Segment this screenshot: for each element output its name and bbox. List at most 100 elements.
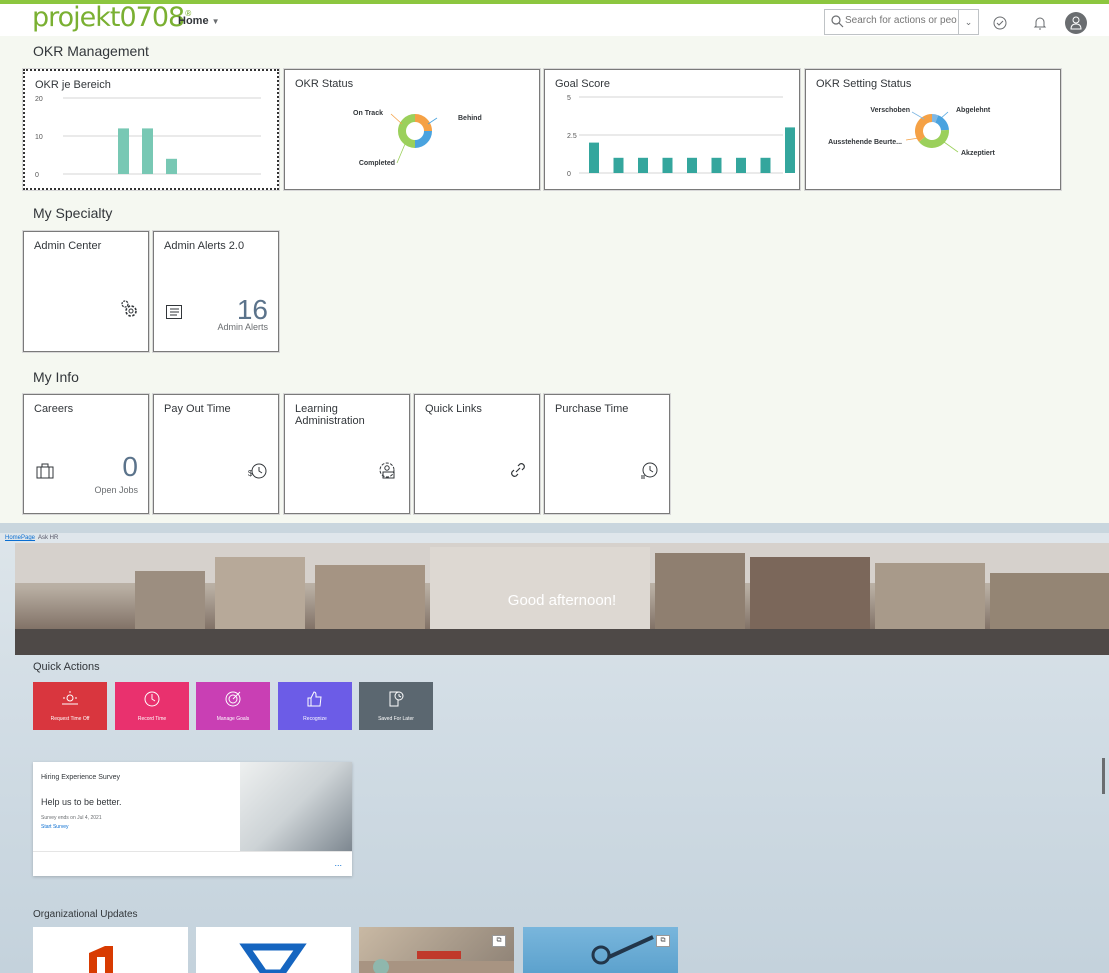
y-tick-label: 20: [35, 96, 43, 103]
gears-icon: [121, 300, 137, 317]
external-link-icon[interactable]: ⧉: [492, 935, 506, 947]
clock-icon: [144, 691, 160, 707]
okr-home-page: projekt0708® Home▼ ⌄ OKR Management OKR …: [0, 0, 1109, 523]
target-icon: [225, 691, 241, 707]
y-tick-label: 5: [567, 95, 571, 102]
y-tick-label: 0: [35, 172, 39, 179]
slice-label: Completed: [359, 160, 395, 167]
org-update-card-logo[interactable]: [196, 927, 351, 973]
bar: [589, 142, 599, 173]
greeting-text: Good afternoon!: [507, 592, 617, 609]
slice-label: Akzeptiert: [961, 150, 996, 157]
org-update-card-sandbox[interactable]: ⧉: [359, 927, 514, 973]
breadcrumb-homepage-link[interactable]: HomePage: [5, 535, 35, 541]
user-avatar[interactable]: [1065, 12, 1087, 34]
tile-title: Admin Alerts 2.0: [164, 240, 245, 252]
qa-record-time[interactable]: Record Time: [115, 682, 189, 730]
qa-recognize[interactable]: Recognize: [278, 682, 352, 730]
y-tick-label: 10: [35, 134, 43, 141]
search-icon: [831, 15, 844, 28]
search-field[interactable]: ⌄: [824, 9, 979, 35]
hero-banner: Good afternoon!: [15, 543, 1109, 655]
tile-okr-setting-status[interactable]: OKR Setting Status Verschoben Abgelehnt Ak…: [805, 69, 1061, 190]
home-menu[interactable]: Home ▼: [178, 15, 219, 27]
shell-bar: projekt0708® Home▼ ⌄: [0, 0, 1109, 36]
home-menu-label: Home: [178, 15, 209, 27]
slice-label: Behind: [458, 115, 482, 122]
more-options-icon[interactable]: ...: [334, 858, 342, 868]
qa-manage-goals[interactable]: Manage Goals: [196, 682, 270, 730]
leader-line: [943, 141, 959, 153]
approvals-check-icon[interactable]: [992, 15, 1008, 31]
okr-bereich-chart: 20 10 0: [35, 96, 261, 179]
tile-goal-score[interactable]: Goal Score 5 2.5 0: [544, 69, 800, 190]
bar: [687, 157, 697, 173]
tile-pay-out-time[interactable]: Pay Out Time $: [153, 394, 279, 514]
briefcase-icon: [36, 463, 54, 479]
tile-title: Admin Center: [34, 240, 102, 252]
v-shape-logo-icon: [239, 943, 307, 973]
bar: [711, 157, 722, 173]
tile-purchase-time[interactable]: Purchase Time: [544, 394, 670, 514]
tile-quick-links[interactable]: Quick Links: [414, 394, 540, 514]
sun-beach-icon: [62, 691, 78, 705]
careers-subtitle: Open Jobs: [94, 485, 138, 495]
qa-label: Record Time: [137, 716, 167, 722]
donut-slice: [414, 114, 432, 132]
admin-alerts-subtitle: Admin Alerts: [217, 322, 268, 332]
scrollbar-thumb[interactable]: [1102, 758, 1105, 794]
tile-admin-alerts[interactable]: Admin Alerts 2.0 16 Admin Alerts: [153, 231, 279, 352]
leader-line: [911, 111, 925, 120]
qa-saved-for-later[interactable]: Saved For Later: [359, 682, 433, 730]
list-icon: [166, 305, 182, 319]
start-survey-link[interactable]: Start Survey: [41, 824, 69, 830]
svg-text:$: $: [248, 469, 253, 478]
qa-request-time-off[interactable]: Request Time Off: [33, 682, 107, 730]
qa-label: Saved For Later: [378, 716, 414, 722]
sand-toys-image: [359, 951, 514, 973]
tile-title: Pay Out Time: [164, 403, 231, 415]
qa-label: Request Time Off: [50, 716, 90, 722]
qa-label: Manage Goals: [216, 716, 250, 722]
bar: [638, 157, 648, 173]
org-update-card-sky[interactable]: ⧉: [523, 927, 678, 973]
bar: [613, 157, 624, 173]
bicycle-image: [591, 935, 654, 965]
tile-learning-administration[interactable]: Learning Administration: [284, 394, 410, 514]
bar: [760, 157, 771, 173]
bar: [785, 127, 795, 173]
company-logo[interactable]: projekt0708®: [32, 2, 192, 33]
tile-careers[interactable]: Careers 0 Open Jobs: [23, 394, 149, 514]
user-icon: [1070, 16, 1082, 30]
donut-slice: [414, 130, 432, 148]
survey-card: Hiring Experience Survey Help us to be b…: [33, 762, 352, 876]
tile-okr-je-bereich[interactable]: OKR je Bereich 20 10 0: [23, 69, 279, 190]
tile-admin-center[interactable]: Admin Center: [23, 231, 149, 352]
careers-open-jobs-count: 0: [122, 451, 138, 482]
chevron-down-icon: ▼: [211, 17, 220, 26]
chevron-down-icon: ⌄: [964, 17, 973, 27]
saved-clock-icon: [389, 691, 404, 707]
bar: [166, 158, 177, 174]
org-update-card-office[interactable]: [33, 927, 188, 973]
qa-label: Recognize: [303, 716, 327, 722]
tile-title: Learning Administration: [295, 403, 365, 427]
section-my-specialty: My Specialty: [33, 205, 113, 221]
donut-slice: [934, 115, 949, 131]
okr-status-donut: On Track Behind Completed: [353, 110, 482, 167]
link-icon: [511, 463, 525, 477]
external-link-icon[interactable]: ⧉: [656, 935, 670, 947]
search-scope-dropdown[interactable]: ⌄: [958, 10, 978, 34]
donut-slice: [931, 114, 939, 123]
survey-laptop-image: [240, 762, 352, 851]
section-my-info: My Info: [33, 369, 79, 385]
breadcrumb-ask-hr-link[interactable]: Ask HR: [38, 535, 58, 541]
search-input[interactable]: [845, 15, 957, 26]
clock-list-icon: [641, 462, 658, 479]
slice-label: Abgelehnt: [956, 107, 991, 114]
survey-footer: ...: [33, 851, 352, 876]
office-logo-icon: [89, 946, 113, 973]
learning-admin-icon: [379, 462, 395, 479]
notification-bell-icon[interactable]: [1032, 15, 1048, 31]
tile-okr-status[interactable]: OKR Status On Track Behind Completed: [284, 69, 540, 190]
